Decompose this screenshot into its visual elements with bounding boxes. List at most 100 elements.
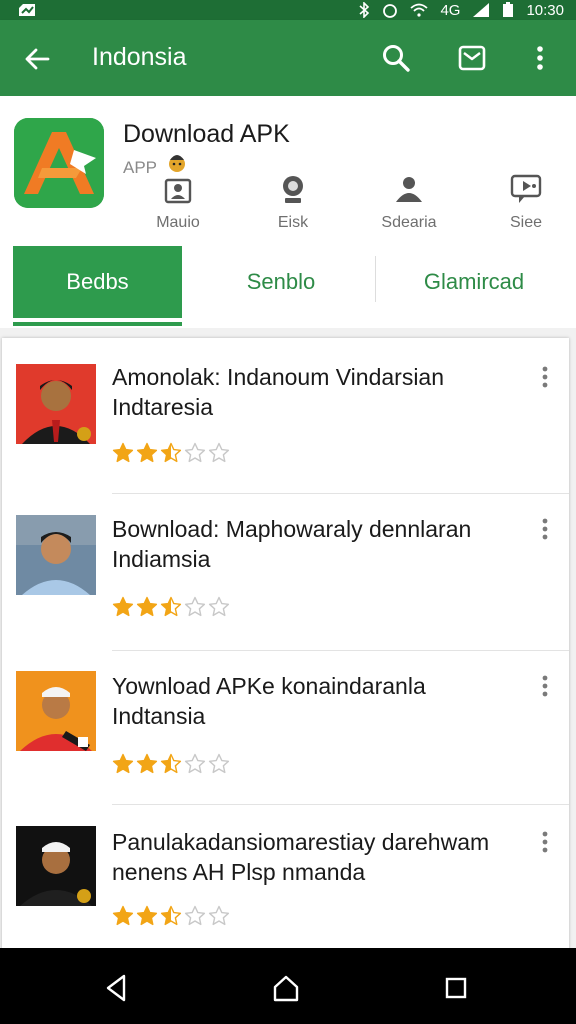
nav-back-button[interactable]	[98, 970, 134, 1006]
star-icon	[136, 905, 158, 926]
star-icon	[184, 753, 206, 774]
notification-icon	[19, 4, 35, 16]
item-more-button[interactable]	[535, 673, 555, 699]
star-icon	[160, 596, 182, 617]
more-vert-icon	[542, 831, 548, 853]
star-icon	[208, 596, 230, 617]
app-logo[interactable]	[14, 118, 104, 208]
tab-bedbs[interactable]: Bedbs	[13, 246, 182, 318]
item-title-line: Indtansia	[112, 703, 206, 729]
star-icon	[184, 596, 206, 617]
star-rating	[112, 442, 230, 464]
item-title-line: Yownload APKe konaindaranla	[112, 673, 426, 699]
star-icon	[160, 905, 182, 926]
mini-action-label: Eisk	[277, 214, 309, 231]
item-more-button[interactable]	[535, 364, 555, 390]
item-more-button[interactable]	[535, 829, 555, 855]
back-button[interactable]	[20, 42, 54, 76]
system-nav-bar	[0, 948, 576, 1024]
screen: 4G 10:30 Indonsia Download APK APP Mauio…	[0, 0, 576, 1024]
item-title-line: nenens AH Pl​sp nmanda	[112, 859, 366, 885]
signal-icon	[473, 3, 490, 17]
star-icon	[112, 596, 134, 617]
person-info-icon	[396, 177, 422, 202]
avatar	[16, 671, 96, 751]
nav-home-button[interactable]	[268, 970, 304, 1006]
item-title-line: Indtaresia	[112, 394, 214, 420]
avatar	[16, 826, 96, 906]
mini-action-siee[interactable]: Siee	[481, 170, 571, 232]
item-title-line: Indiamsia	[112, 546, 211, 572]
mail-icon	[458, 45, 486, 71]
mail-button[interactable]	[454, 40, 490, 76]
star-rating	[112, 753, 230, 775]
item-title-line: Panulakadansiomarestiay darehwam	[112, 829, 490, 855]
mini-action-mauio[interactable]: Mauio	[133, 170, 223, 232]
app-header: Download APK APP Mauio Eisk Sdearia Siee…	[0, 96, 576, 328]
item-title-line: Amonolak: Indanoum Vindarsian	[112, 364, 445, 390]
avatar	[16, 515, 96, 595]
page-title: Indonsia	[92, 43, 187, 71]
user-badge-icon	[164, 178, 192, 204]
star-rating	[112, 596, 230, 618]
home-icon	[273, 975, 299, 1002]
more-vert-icon	[542, 675, 548, 697]
alarm-icon	[383, 4, 398, 18]
search-button[interactable]	[378, 40, 414, 76]
tab-label: Senblo	[246, 269, 316, 294]
tab-label: Glamircad	[423, 269, 525, 294]
star-rating	[112, 905, 230, 927]
mini-action-label: Siee	[509, 214, 543, 231]
star-icon	[184, 442, 206, 463]
avatar	[16, 364, 96, 444]
mini-action-sdearia[interactable]: Sdearia	[364, 170, 454, 232]
item-title: Panulakadansiomarestiay darehwam nenens …	[112, 827, 512, 887]
tab-glamircad[interactable]: Glamircad	[380, 246, 568, 318]
star-icon	[160, 753, 182, 774]
tab-divider	[375, 256, 376, 302]
star-icon	[208, 442, 230, 463]
tab-indicator	[13, 322, 182, 326]
back-triangle-icon	[106, 974, 126, 1002]
nav-recents-button[interactable]	[438, 970, 474, 1006]
arrow-back-icon	[25, 48, 50, 70]
status-bar: 4G 10:30	[0, 0, 576, 20]
tab-senblo[interactable]: Senblo	[190, 246, 372, 318]
mini-action-label: Sdearia	[381, 214, 437, 231]
star-icon	[208, 905, 230, 926]
item-title: Yownload APKe konaindaranla Indtansia	[112, 671, 512, 731]
list-item[interactable]: Bownload: Maphowaraly dennlaran Indiamsi…	[2, 494, 569, 649]
star-icon	[112, 753, 134, 774]
item-more-button[interactable]	[535, 516, 555, 542]
wifi-icon	[410, 3, 429, 17]
item-title: Bownload: Maphowaraly dennlaran Indiamsi…	[112, 514, 512, 574]
list-item[interactable]: Yownload APKe konaindaranla Indtansia	[2, 651, 569, 806]
result-list: Amonolak: Indanoum Vindarsian Indtaresia	[2, 338, 569, 950]
app-name: Download APK	[123, 120, 290, 148]
app-bar: Indonsia	[0, 20, 576, 96]
recents-icon	[445, 977, 467, 999]
more-vert-icon	[542, 518, 548, 540]
overflow-menu-button[interactable]	[522, 40, 558, 76]
more-vert-icon	[537, 46, 543, 70]
bluetooth-icon	[359, 2, 370, 18]
list-item[interactable]: Amonolak: Indanoum Vindarsian Indtaresia	[2, 338, 569, 493]
item-title: Amonolak: Indanoum Vindarsian Indtaresia	[112, 362, 512, 422]
star-icon	[184, 905, 206, 926]
star-icon	[208, 753, 230, 774]
battery-icon	[503, 2, 514, 17]
star-icon	[160, 442, 182, 463]
star-icon	[136, 753, 158, 774]
star-icon	[112, 442, 134, 463]
mini-action-eisk[interactable]: Eisk	[248, 170, 338, 232]
more-vert-icon	[542, 366, 548, 388]
clock: 10:30	[526, 1, 564, 19]
list-item[interactable]: Panulakadansiomarestiay darehwam nenens …	[2, 805, 569, 960]
item-title-line: Bownload: Maphowaraly dennlaran	[112, 516, 472, 542]
search-icon	[383, 45, 410, 72]
webcam-icon	[283, 176, 303, 203]
network-label: 4G	[440, 1, 461, 19]
apk-logo-icon	[14, 118, 104, 208]
star-icon	[136, 442, 158, 463]
mini-action-label: Mauio	[156, 214, 200, 231]
